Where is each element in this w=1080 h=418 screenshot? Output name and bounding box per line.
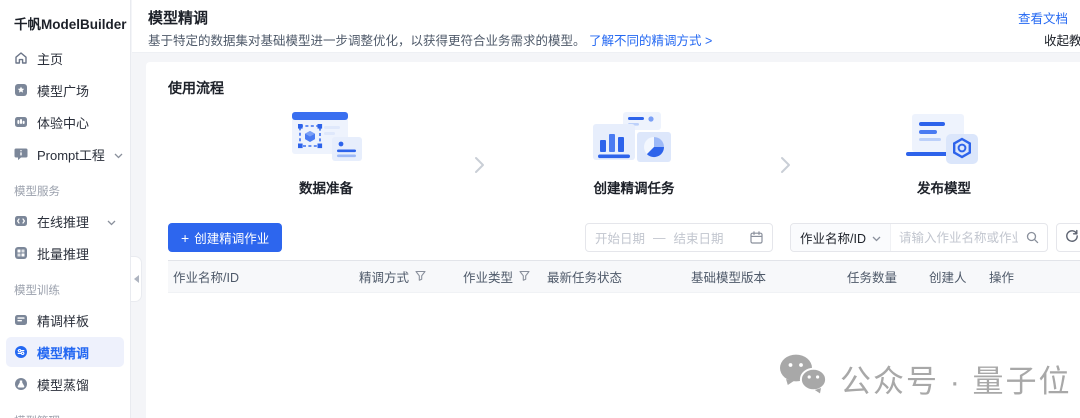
page-subtitle-text: 基于特定的数据集对基础模型进一步调整优化，以获得更符合业务需求的模型。 bbox=[148, 34, 586, 48]
experience-center-icon bbox=[14, 115, 28, 129]
collapse-arrow-icon bbox=[134, 275, 139, 283]
sidebar-item-label: 模型广场 bbox=[37, 81, 89, 100]
sidebar-item-online-inference[interactable]: 在线推理 bbox=[6, 206, 124, 236]
column-header-finetune-method[interactable]: 精调方式 bbox=[354, 267, 458, 286]
main-area: 模型精调 基于特定的数据集对基础模型进一步调整优化，以获得更符合业务需求的模型。… bbox=[132, 0, 1080, 418]
model-finetune-icon bbox=[14, 345, 28, 359]
create-task-illustration bbox=[494, 106, 774, 168]
app-logo: 千帆ModelBuilder bbox=[0, 0, 130, 41]
sidebar-item-label: 主页 bbox=[37, 49, 63, 68]
column-label: 作业名称/ID bbox=[173, 267, 239, 286]
model-plaza-icon bbox=[14, 83, 28, 97]
sidebar-section-model-services: 模型服务 bbox=[0, 171, 130, 204]
column-header-job-type[interactable]: 作业类型 bbox=[458, 267, 542, 286]
finetune-jobs-card: + 创建精调作业 开始日期 — 结束日期 作业名称/ID bbox=[146, 205, 1080, 418]
create-finetune-job-label: 创建精调作业 bbox=[194, 228, 269, 247]
model-distill-icon bbox=[14, 377, 28, 391]
finetune-sample-icon bbox=[14, 313, 28, 327]
job-search-input[interactable] bbox=[891, 224, 1026, 251]
sidebar-section-model-training: 模型训练 bbox=[0, 270, 130, 303]
sidebar-item-batch-inference[interactable]: 批量推理 bbox=[6, 238, 124, 268]
start-date-field[interactable]: 开始日期 bbox=[595, 228, 645, 247]
column-header-base-model-version: 基础模型版本 bbox=[686, 267, 842, 286]
sidebar-item-label: 模型蒸馏 bbox=[37, 375, 89, 394]
sidebar-item-label: 批量推理 bbox=[37, 244, 89, 263]
sidebar-item-model-plaza[interactable]: 模型广场 bbox=[6, 75, 124, 105]
sidebar-item-model-distill[interactable]: 模型蒸馏 bbox=[6, 369, 124, 399]
chevron-down-icon bbox=[872, 231, 881, 245]
filter-icon[interactable] bbox=[519, 270, 530, 284]
page-subtitle: 基于特定的数据集对基础模型进一步调整优化，以获得更符合业务需求的模型。 了解不同… bbox=[148, 30, 712, 49]
view-docs-link[interactable]: 查看文档 bbox=[1018, 8, 1068, 27]
jobs-table-header: 作业名称/ID 精调方式 作业类型 最新任务状态 bbox=[168, 260, 1080, 293]
column-header-creator: 创建人 bbox=[924, 267, 984, 286]
search-icon[interactable] bbox=[1026, 231, 1039, 244]
publish-model-illustration bbox=[794, 106, 1080, 168]
date-range-picker[interactable]: 开始日期 — 结束日期 bbox=[585, 223, 773, 252]
batch-inference-icon bbox=[14, 246, 28, 260]
home-icon bbox=[14, 51, 28, 65]
flow-step-title: 创建精调任务 bbox=[494, 177, 774, 197]
collapse-tutorial-button[interactable]: 收起教程 bbox=[1044, 30, 1080, 49]
usage-flow-title: 使用流程 bbox=[168, 78, 224, 98]
sidebar: 千帆ModelBuilder 主页 模型广场 体验中心 Prompt工程 bbox=[0, 0, 131, 418]
column-header-task-count: 任务数量 bbox=[842, 267, 924, 286]
learn-finetune-methods-link[interactable]: 了解不同的精调方式 > bbox=[589, 34, 712, 48]
sidebar-item-model-finetune[interactable]: 模型精调 bbox=[6, 337, 124, 367]
sidebar-item-prompt-engineering[interactable]: Prompt工程 bbox=[6, 139, 124, 169]
search-field-select-value: 作业名称/ID bbox=[800, 228, 866, 247]
sidebar-item-label: 体验中心 bbox=[37, 113, 89, 132]
sidebar-item-experience-center[interactable]: 体验中心 bbox=[6, 107, 124, 137]
header-links: 查看文档 提交工单 bbox=[1018, 8, 1080, 27]
sidebar-item-label: Prompt工程 bbox=[37, 145, 105, 164]
end-date-field[interactable]: 结束日期 bbox=[674, 228, 724, 247]
flow-step-title: 数据准备 bbox=[186, 177, 466, 197]
column-header-job-name-id[interactable]: 作业名称/ID bbox=[168, 267, 354, 286]
flow-arrow-icon bbox=[474, 156, 485, 177]
job-search-group: 作业名称/ID bbox=[790, 223, 1048, 252]
sidebar-item-finetune-sample[interactable]: 精调样板 bbox=[6, 305, 124, 335]
prompt-engineering-icon bbox=[14, 147, 28, 161]
online-inference-icon bbox=[14, 214, 28, 228]
calendar-icon bbox=[750, 231, 763, 244]
column-label: 作业类型 bbox=[463, 267, 513, 286]
refresh-icon bbox=[1065, 229, 1079, 246]
column-header-latest-task-status: 最新任务状态 bbox=[542, 267, 686, 286]
sidebar-collapse-handle[interactable] bbox=[131, 256, 142, 302]
column-header-actions: 操作 bbox=[984, 267, 1080, 286]
date-separator: — bbox=[653, 231, 666, 245]
column-label: 最新任务状态 bbox=[547, 267, 622, 286]
column-label: 创建人 bbox=[929, 267, 967, 286]
column-label: 基础模型版本 bbox=[691, 267, 766, 286]
chevron-down-icon bbox=[107, 214, 116, 229]
flow-arrow-icon bbox=[780, 156, 791, 177]
page-header: 模型精调 基于特定的数据集对基础模型进一步调整优化，以获得更符合业务需求的模型。… bbox=[132, 0, 1080, 53]
column-label: 任务数量 bbox=[847, 267, 897, 286]
column-label: 精调方式 bbox=[359, 267, 409, 286]
sidebar-item-label: 在线推理 bbox=[37, 212, 89, 231]
sidebar-section-model-management: 模型管理 bbox=[0, 401, 130, 418]
sidebar-item-home[interactable]: 主页 bbox=[6, 43, 124, 73]
sidebar-item-label: 模型精调 bbox=[37, 343, 89, 362]
chevron-down-icon bbox=[114, 147, 123, 162]
create-finetune-job-button[interactable]: + 创建精调作业 bbox=[168, 223, 282, 252]
page-title: 模型精调 bbox=[148, 7, 208, 28]
refresh-button[interactable] bbox=[1056, 223, 1080, 252]
data-preparation-illustration bbox=[186, 106, 466, 168]
flow-step-title: 发布模型 bbox=[794, 177, 1080, 197]
sidebar-item-label: 精调样板 bbox=[37, 311, 89, 330]
search-field-select[interactable]: 作业名称/ID bbox=[791, 224, 891, 251]
plus-icon: + bbox=[181, 231, 189, 245]
filter-icon[interactable] bbox=[415, 270, 426, 284]
column-label: 操作 bbox=[989, 267, 1014, 286]
qianfan-modelbuilder-app: 千帆ModelBuilder 主页 模型广场 体验中心 Prompt工程 bbox=[0, 0, 1080, 418]
